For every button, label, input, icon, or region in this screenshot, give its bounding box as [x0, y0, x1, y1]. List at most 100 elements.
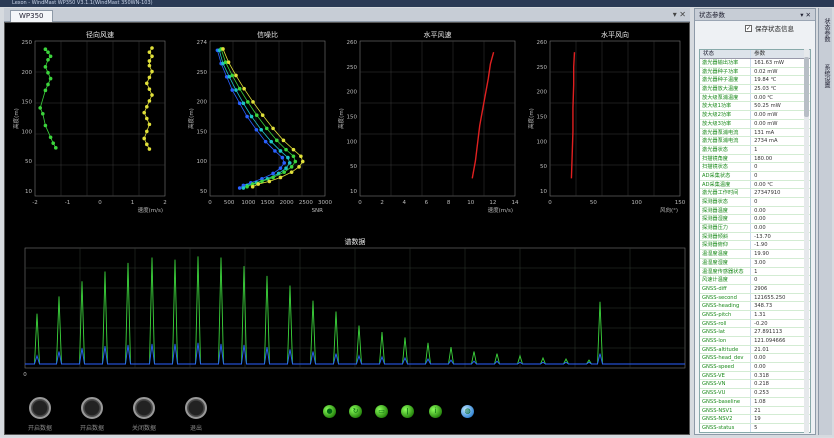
status-table-row[interactable]: 激光器状态 1	[700, 145, 810, 155]
status-table-row[interactable]: 扫描镜状态 0	[700, 163, 810, 172]
info-icon[interactable]: i	[429, 405, 442, 418]
data-point	[280, 155, 285, 160]
status-table-row[interactable]: GNSS-lon 121.094666	[700, 337, 810, 346]
status-table-row[interactable]: 激光器输出功率 161.63 mW	[700, 59, 810, 68]
plot-frame	[359, 40, 516, 197]
status-table-row[interactable]: GNSS-status 5	[700, 423, 810, 432]
ring-button-start[interactable]	[29, 397, 51, 419]
data-point	[54, 146, 58, 150]
save-status-checkbox-row[interactable]: ✓ 保存状态信息	[695, 21, 815, 37]
status-table-row[interactable]: 放大级2功率 0.00 mW	[700, 111, 810, 120]
status-name: GNSS-speed	[700, 363, 752, 371]
thermometer-icon[interactable]: ǀ	[401, 405, 414, 418]
ring-button-exit-label: 退出	[189, 425, 202, 432]
status-table-row[interactable]: 探测器倾斜 -13.70	[700, 232, 810, 242]
scrollbar-thumb[interactable]	[804, 57, 809, 117]
status-table-row[interactable]: GNSS-heading 348.73	[700, 302, 810, 311]
globe-icon[interactable]: ◍	[461, 405, 474, 418]
status-table-row[interactable]: GNSS-altitude 21.01	[700, 345, 810, 355]
status-table-row[interactable]: 放大级泵浦温度 0.00 ℃	[700, 93, 810, 103]
data-point	[147, 50, 152, 54]
close-tab-icon[interactable]: ▾ ✕	[673, 10, 686, 20]
data-point	[234, 88, 238, 92]
status-table-row[interactable]: 探测器俯仰 -1.90	[700, 241, 810, 251]
status-table-row[interactable]: 激光器放大温度 25.03 ℃	[700, 85, 810, 94]
status-name: GNSS-second	[700, 293, 752, 302]
status-table-row[interactable]: 风速计温度 0	[700, 276, 810, 285]
status-value: -1.90	[754, 242, 768, 249]
status-table-row[interactable]: 激光器种子功率 0.02 mW	[700, 67, 810, 77]
dock-tab-status[interactable]: 状态参数	[821, 18, 831, 42]
tab-wp350[interactable]: WP350	[10, 10, 53, 22]
close-icon[interactable]: ▾ ✕	[800, 9, 811, 21]
side-panel-title-text: 状态参数	[699, 11, 725, 19]
status-table-row[interactable]: 激光器工作时间 27347910	[700, 189, 810, 198]
status-value: 21	[754, 407, 761, 414]
status-table-row[interactable]: GNSS-baseline 1.08	[700, 397, 810, 407]
dock-tab-settings[interactable]: 系统设置	[821, 64, 831, 88]
chart-2: 水平风速 0 2 4 6 8 10 12 14 260 250 200 150 100 50 10 速度(m/s…	[337, 30, 519, 214]
status-table-row[interactable]: GNSS-VE 0.318	[700, 371, 810, 381]
y-tick-label: 260	[347, 40, 358, 46]
status-table-row[interactable]: 探测器状态 0	[700, 198, 810, 207]
x-tick-label: 1500	[261, 200, 275, 206]
status-name: 探测器倾斜	[700, 232, 752, 241]
status-value: -0.20	[754, 320, 768, 327]
status-table-row[interactable]: GNSS-second 121655.250	[700, 293, 810, 303]
status-name: 激光器输出功率	[700, 59, 752, 67]
data-point	[237, 86, 242, 91]
status-table-row[interactable]: GNSS-lat 27.891113	[700, 328, 810, 337]
plot-frame	[209, 40, 326, 197]
status-table-row[interactable]: 温湿度传感器状态 1	[700, 267, 810, 277]
data-point	[241, 186, 246, 190]
x-tick-label: -2	[32, 200, 37, 206]
status-table-row[interactable]: GNSS-VN 0.218	[700, 380, 810, 390]
ring-button-exit[interactable]	[185, 397, 207, 419]
status-table-row[interactable]: 放大级1功率 50.25 mW	[700, 102, 810, 112]
record-icon[interactable]: ●	[323, 405, 336, 418]
status-table-row[interactable]: 激光器泵浦电流 131 mA	[700, 128, 810, 138]
status-table-row[interactable]: 激光器泵浦电流 2734 mA	[700, 137, 810, 146]
y-axis-label: 高度(m)	[187, 108, 195, 129]
x-tick-label: 10	[467, 200, 474, 206]
status-table-row[interactable]: 探测器温度 0.00	[700, 206, 810, 216]
status-table-row[interactable]: GNSS-speed 0.00	[700, 363, 810, 372]
status-table-row[interactable]: GNSS-roll -0.20	[700, 319, 810, 329]
ring-button-open[interactable]	[81, 397, 103, 419]
x-tick-label: 1000	[241, 200, 255, 206]
status-name: 激光器种子温度	[700, 76, 752, 85]
status-table-row[interactable]: 探测器压力 0.00	[700, 224, 810, 233]
status-table-row[interactable]: GNSS-diff 2906	[700, 284, 810, 294]
y-tick-label: 150	[347, 115, 358, 121]
status-value: 1.31	[754, 311, 766, 318]
status-table-row[interactable]: GNSS-pitch 1.31	[700, 310, 810, 320]
status-name: 激光器泵浦电流	[700, 128, 752, 137]
data-point	[271, 171, 275, 176]
status-table-row[interactable]: GNSS-NSV2 19	[700, 415, 810, 424]
status-table-row[interactable]: 探测器湿度 0.00	[700, 215, 810, 225]
status-table-row[interactable]: GNSS-NSV1 21	[700, 406, 810, 416]
data-point	[299, 154, 303, 159]
status-table-row[interactable]: 放大级3功率 0.00 mW	[700, 119, 810, 129]
status-table-row[interactable]: GNSS-head_dev 0.00	[700, 354, 810, 364]
status-table-row[interactable]: 温湿度湿度 3.00	[700, 258, 810, 268]
ring-button-close[interactable]	[133, 397, 155, 419]
status-table-row[interactable]: 温湿度温度 19.90	[700, 250, 810, 259]
status-table-row[interactable]: AD采集温度 0.00 ℃	[700, 180, 810, 190]
data-point	[241, 101, 246, 106]
save-status-checkbox[interactable]: ✓	[745, 25, 752, 32]
status-table-scrollbar[interactable]	[804, 49, 809, 433]
data-point	[251, 100, 255, 104]
y-tick-label: 10	[25, 189, 32, 195]
folder-icon[interactable]: ▭	[375, 405, 388, 418]
document-tab-strip: WP350 ▾ ✕	[4, 8, 690, 22]
status-table-row[interactable]: 扫描镜角度 180.00	[700, 154, 810, 164]
status-value: 25.03 ℃	[754, 86, 777, 93]
refresh-icon[interactable]: ↻	[349, 405, 362, 418]
status-table-row[interactable]: AD采集状态 0	[700, 171, 810, 181]
data-point	[46, 70, 50, 75]
status-table-row[interactable]: 激光器种子温度 19.84 ℃	[700, 76, 810, 86]
status-value: 27.891113	[754, 329, 783, 336]
status-value: 19	[754, 416, 761, 423]
status-table-row[interactable]: GNSS-VU 0.253	[700, 389, 810, 398]
